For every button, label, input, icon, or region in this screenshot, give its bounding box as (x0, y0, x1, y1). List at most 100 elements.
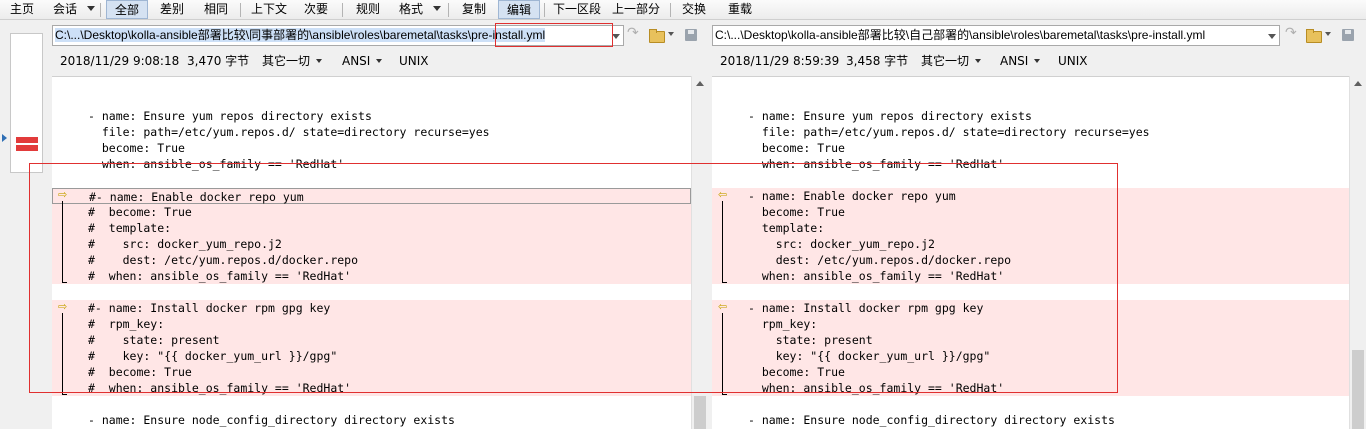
code-line-text: # when: ansible_os_family == 'RedHat' (88, 381, 352, 395)
left-scrollbar[interactable] (691, 76, 708, 429)
code-line: when: ansible_os_family == 'RedHat' (712, 156, 1349, 172)
right-lineend-select[interactable]: 其它一切 (921, 53, 981, 69)
code-line-text: # state: present (88, 333, 220, 347)
arrow-right-icon[interactable]: ⇨ (58, 301, 70, 312)
code-line-text: - name: Enable docker repo yum (748, 189, 956, 203)
arrow-left-icon[interactable]: ⇦ (718, 301, 730, 312)
code-line: dest: /etc/yum.repos.d/docker.repo (712, 252, 1349, 268)
filter-all-button[interactable]: 全部 (106, 0, 148, 19)
code-line-text: become: True (748, 365, 845, 379)
code-line-text: dest: /etc/yum.repos.d/docker.repo (748, 253, 1012, 267)
right-scroll-thumb[interactable] (1352, 350, 1364, 429)
right-encoding-select[interactable]: ANSI (1000, 53, 1040, 69)
toolbar-separator (100, 3, 101, 17)
diff-block-bracket (722, 201, 723, 282)
tab-session[interactable]: 会话 (46, 0, 84, 19)
code-line: when: ansible_os_family == 'RedHat' (52, 156, 691, 172)
swap-button[interactable]: 交换 (676, 0, 712, 19)
chevron-down-icon[interactable] (612, 34, 620, 39)
filter-diff-button[interactable]: 差别 (152, 0, 192, 19)
format-dropdown-icon[interactable] (430, 0, 444, 19)
code-line: file: path=/etc/yum.repos.d/ state=direc… (712, 124, 1349, 140)
open-folder-icon[interactable] (648, 27, 666, 43)
right-code-pane[interactable]: - name: Ensure yum repos directory exist… (712, 76, 1349, 429)
scroll-up-icon[interactable] (1354, 81, 1362, 86)
arrow-right-icon[interactable]: ⇨ (58, 189, 70, 200)
code-line: rpm_key: (712, 316, 1349, 332)
open-dropdown-icon[interactable] (667, 29, 677, 39)
code-line-text: # become: True (88, 365, 192, 379)
code-line: - name: Ensure node_config_directory dir… (712, 412, 1349, 428)
code-line: become: True (712, 364, 1349, 380)
format-button[interactable]: 格式 (392, 0, 430, 19)
open-dropdown-icon[interactable] (1324, 29, 1334, 39)
code-line-text: #- name: Install docker rpm gpg key (88, 301, 331, 315)
code-line-text: become: True (748, 141, 845, 155)
scroll-up-icon[interactable] (696, 81, 704, 86)
code-line-text: when: ansible_os_family == 'RedHat' (748, 269, 1005, 283)
left-path-input[interactable]: C:\...\Desktop\kolla-ansible部署比较\同事部署的\a… (52, 25, 624, 46)
right-path-input[interactable]: C:\...\Desktop\kolla-ansible部署比较\自己部署的\a… (712, 25, 1280, 46)
code-line-text: when: ansible_os_family == 'RedHat' (88, 157, 345, 171)
code-line: # key: "{{ docker_yum_url }}/gpg" (52, 348, 691, 364)
filter-context-button[interactable]: 上下文 (246, 0, 292, 19)
left-encoding-select[interactable]: ANSI (342, 53, 382, 69)
right-scrollbar[interactable] (1349, 76, 1366, 429)
code-line: key: "{{ docker_yum_url }}/gpg" (712, 348, 1349, 364)
copy-button[interactable]: 复制 (454, 0, 494, 19)
reload-button[interactable]: 重载 (720, 0, 760, 19)
rules-button[interactable]: 规则 (348, 0, 388, 19)
save-icon[interactable] (1340, 27, 1358, 43)
left-path-file: pre-install.yml (471, 28, 546, 42)
filter-minor-button[interactable]: 次要 (296, 0, 336, 19)
code-line: when: ansible_os_family == 'RedHat' (712, 268, 1349, 284)
code-line-text: when: ansible_os_family == 'RedHat' (748, 157, 1005, 171)
code-line: become: True (52, 140, 691, 156)
code-line-text: file: path=/etc/yum.repos.d/ state=direc… (88, 125, 490, 139)
tab-home[interactable]: 主页 (4, 0, 40, 19)
code-line-text: - name: Ensure yum repos directory exist… (88, 109, 372, 123)
diff-block-bracket-end (722, 394, 727, 395)
edit-button[interactable]: 编辑 (498, 0, 540, 19)
code-line-text: - name: Ensure node_config_directory dir… (748, 413, 1115, 427)
code-line-text: src: docker_yum_repo.j2 (748, 237, 935, 251)
code-line: - name: Enable docker repo yum (712, 188, 1349, 204)
code-line-text: template: (748, 221, 825, 235)
code-line-text: key: "{{ docker_yum_url }}/gpg" (748, 349, 991, 363)
code-line: state: present (712, 332, 1349, 348)
chevron-down-icon[interactable] (1268, 34, 1276, 39)
redo-arrow-icon[interactable] (626, 25, 644, 43)
left-scroll-thumb[interactable] (694, 396, 706, 429)
code-line-text: # become: True (88, 205, 192, 219)
overview-diff-marker (16, 137, 38, 151)
code-line-text: # when: ansible_os_family == 'RedHat' (88, 269, 352, 283)
left-lineend-select[interactable]: 其它一切 (262, 53, 322, 69)
code-line: # become: True (52, 364, 691, 380)
toolbar-separator (448, 3, 449, 17)
save-icon[interactable] (683, 27, 701, 43)
code-line-text: become: True (88, 141, 185, 155)
diff-overview-map[interactable] (10, 33, 43, 173)
redo-arrow-icon[interactable] (1284, 25, 1302, 43)
code-line: template: (712, 220, 1349, 236)
code-line: #- name: Enable docker repo yum (52, 188, 691, 204)
code-line: become: True (712, 204, 1349, 220)
filter-same-button[interactable]: 相同 (196, 0, 236, 19)
code-line: # src: docker_yum_repo.j2 (52, 236, 691, 252)
arrow-left-icon[interactable]: ⇦ (718, 189, 730, 200)
session-dropdown-icon[interactable] (84, 0, 98, 19)
open-folder-icon[interactable] (1305, 27, 1323, 43)
code-line: - name: Ensure node_config_directory dir… (52, 412, 691, 428)
code-line: file: path=/etc/yum.repos.d/ state=direc… (52, 124, 691, 140)
next-section-button[interactable]: 下一区段 (550, 0, 604, 19)
prev-section-button[interactable]: 上一部分 (608, 0, 664, 19)
code-line: - name: Ensure yum repos directory exist… (712, 108, 1349, 124)
left-code-pane[interactable]: - name: Ensure yum repos directory exist… (52, 76, 691, 429)
code-line-text: # rpm_key: (88, 317, 165, 331)
toolbar-separator (544, 3, 545, 17)
